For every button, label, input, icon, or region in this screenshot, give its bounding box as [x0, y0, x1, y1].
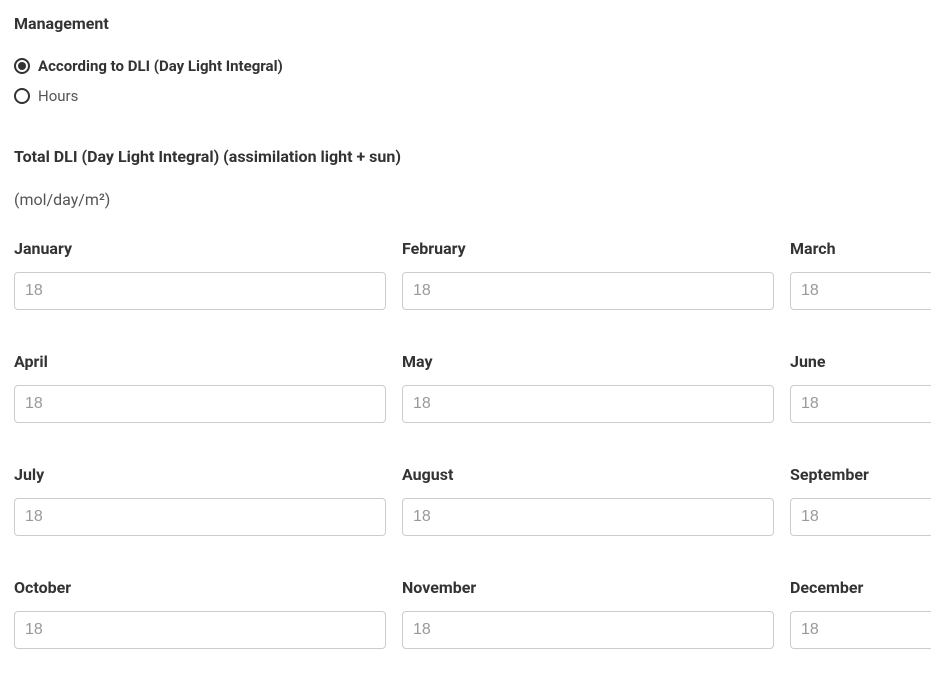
- month-january: January: [14, 239, 386, 310]
- month-input-february[interactable]: [402, 272, 774, 310]
- month-input-july[interactable]: [14, 498, 386, 536]
- month-input-june[interactable]: [790, 385, 931, 423]
- month-input-april[interactable]: [14, 385, 386, 423]
- month-input-november[interactable]: [402, 611, 774, 649]
- month-input-august[interactable]: [402, 498, 774, 536]
- month-input-october[interactable]: [14, 611, 386, 649]
- month-input-september[interactable]: [790, 498, 931, 536]
- month-label: April: [14, 352, 386, 371]
- month-july: July: [14, 465, 386, 536]
- month-input-december[interactable]: [790, 611, 931, 649]
- radio-label-hours: Hours: [38, 87, 78, 105]
- month-label: August: [402, 465, 774, 484]
- month-label: November: [402, 578, 774, 597]
- month-march: March: [790, 239, 931, 310]
- month-june: June: [790, 352, 931, 423]
- radio-icon: [14, 58, 30, 74]
- month-label: July: [14, 465, 386, 484]
- radio-option-hours[interactable]: Hours: [14, 87, 931, 105]
- month-february: February: [402, 239, 774, 310]
- month-label: May: [402, 352, 774, 371]
- radio-icon: [14, 88, 30, 104]
- month-september: September: [790, 465, 931, 536]
- radio-label-dli: According to DLI (Day Light Integral): [38, 57, 283, 75]
- management-heading: Management: [14, 14, 931, 33]
- radio-option-dli[interactable]: According to DLI (Day Light Integral): [14, 57, 931, 75]
- month-input-may[interactable]: [402, 385, 774, 423]
- month-label: October: [14, 578, 386, 597]
- month-input-january[interactable]: [14, 272, 386, 310]
- month-label: December: [790, 578, 931, 597]
- months-grid: January February March April May June Ju…: [14, 239, 931, 649]
- dli-unit-label: (mol/day/m²): [14, 190, 931, 209]
- month-input-march[interactable]: [790, 272, 931, 310]
- management-radio-group: According to DLI (Day Light Integral) Ho…: [14, 57, 931, 105]
- dli-heading: Total DLI (Day Light Integral) (assimila…: [14, 147, 931, 166]
- month-december: December: [790, 578, 931, 649]
- month-label: February: [402, 239, 774, 258]
- month-may: May: [402, 352, 774, 423]
- month-label: September: [790, 465, 931, 484]
- month-august: August: [402, 465, 774, 536]
- month-april: April: [14, 352, 386, 423]
- month-label: January: [14, 239, 386, 258]
- month-label: June: [790, 352, 931, 371]
- month-november: November: [402, 578, 774, 649]
- month-october: October: [14, 578, 386, 649]
- month-label: March: [790, 239, 931, 258]
